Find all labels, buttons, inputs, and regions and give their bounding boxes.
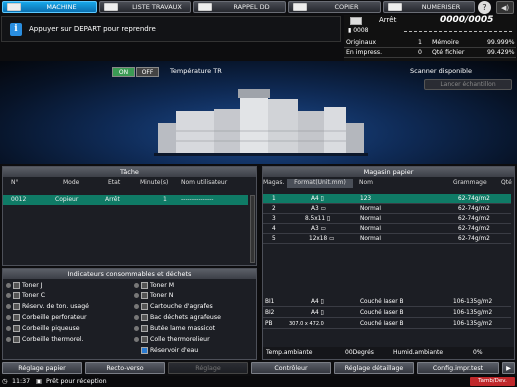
tray-row-bi1[interactable]: BI1 A4 ▯ Couché laser B 106-135g/m2 [263, 297, 511, 307]
status-message: Appuyer sur DEPART pour reprendre [29, 25, 156, 33]
col-minutes: Minute(s) [140, 179, 169, 186]
status-indicator: Tamb/Dev. [470, 377, 515, 386]
col-tray: Magas. [263, 179, 285, 186]
tab-hdd-recall[interactable]: RAPPEL DD [193, 1, 286, 13]
printing-row: En impress. 0 Qté fichier 99.429% [344, 49, 516, 58]
toner-icon [141, 291, 148, 299]
counter-panel: Arrêt 0000/0005 ▮ 0008 Originaux 1 Mémoi… [344, 15, 516, 61]
consumable-staple-waste: Bac déchets agrafeuse [133, 313, 221, 323]
tray-row-1[interactable]: 1 A4 ▯ 123 62-74g/m2 [263, 194, 511, 204]
info-icon: i [10, 23, 22, 36]
consumable-toner-j: Toner J [5, 281, 43, 291]
col-state: Etat [108, 179, 121, 186]
consumables-title: Indicateurs consommables et déchets [3, 269, 256, 279]
status-time: 11:37 [12, 378, 31, 385]
tray-row-5[interactable]: 5 12x18 ▭ Normal 62-74g/m2 [263, 234, 511, 244]
tab-copy[interactable]: COPIER [288, 1, 381, 13]
toner-icon [141, 281, 148, 289]
job-number: ▮ 0008 [348, 27, 369, 34]
job-scrollbar[interactable] [250, 195, 255, 263]
scan-icon [388, 3, 402, 11]
waste-toner-icon [13, 302, 20, 310]
list-icon [104, 3, 118, 11]
col-number: N° [11, 179, 19, 186]
environment-bar: Temp.ambiante 00Degrés Humid.ambiante 0% [263, 347, 514, 359]
job-icon [350, 17, 362, 25]
tray-row-bi2[interactable]: BI2 A4 ▯ Couché laser B 106-135g/m2 [263, 308, 511, 318]
staple-icon [141, 302, 148, 310]
toner-icon [13, 291, 20, 299]
controller-button[interactable]: Contrôleur [251, 362, 331, 374]
speaker-icon[interactable]: ◀) [496, 1, 514, 14]
on-toggle[interactable]: ON [112, 67, 135, 77]
trash-icon [13, 313, 20, 321]
detailed-settings-button[interactable]: Réglage détaillage [334, 362, 414, 374]
tab-scan[interactable]: NUMERISER [383, 1, 475, 13]
consumable-water-tank: Réservoir d'eau [133, 346, 198, 356]
glue-icon [141, 335, 148, 343]
originals-row: Originaux 1 Mémoire 99.999% [344, 39, 516, 48]
consumables-panel: Indicateurs consommables et déchets Tone… [2, 268, 257, 360]
status-printer-icon: ▣ [36, 378, 42, 385]
tab-machine[interactable]: MACHINE [2, 1, 97, 13]
consumable-toner-c: Toner C [5, 291, 45, 301]
tray-panel-title: Magasin papier [263, 167, 514, 177]
job-panel: Tâche N° Mode Etat Minute(s) Nom utilisa… [2, 166, 257, 266]
copy-icon [293, 3, 307, 11]
trash-icon [13, 324, 20, 332]
consumable-binder-bin: Corbeille thermorel. [5, 335, 84, 345]
paper-setting-button[interactable]: Réglage papier [2, 362, 82, 374]
adjustment-button[interactable]: Réglage [168, 362, 248, 374]
test-print-config-button[interactable]: Config.impr.test [417, 362, 499, 374]
status-text: Prêt pour réception [46, 378, 107, 385]
trimmer-icon [141, 324, 148, 332]
water-icon [141, 346, 148, 354]
consumable-trimmer-stop: Butée lame massicot [133, 324, 215, 334]
col-mode: Mode [63, 179, 80, 186]
consumable-waste-toner: Réserv. de ton. usagé [5, 302, 89, 312]
next-arrow-icon[interactable]: ▶ [502, 362, 515, 374]
machine-view: ON OFF Température TR Scanner disponible… [0, 61, 517, 164]
printer-illustration [154, 89, 368, 156]
tray-row-4[interactable]: 4 A3 ▭ Normal 62-74g/m2 [263, 224, 511, 234]
tab-job-list[interactable]: LISTE TRAVAUX [99, 1, 191, 13]
consumable-staple-bin: Corbeille piqueuse [5, 324, 80, 334]
tray-row-3[interactable]: 3 8.5x11 ▯ Normal 62-74g/m2 [263, 214, 511, 224]
tray-row-2[interactable]: 2 A3 ▭ Normal 62-74g/m2 [263, 204, 511, 214]
divider [404, 31, 512, 32]
trash-icon [13, 335, 20, 343]
status-bar: ◷ 11:37 ▣ Prêt pour réception Tamb/Dev. [0, 376, 517, 387]
staple-icon [141, 313, 148, 321]
consumable-toner-m: Toner M [133, 281, 174, 291]
machine-icon [7, 3, 21, 11]
counter-status: Arrêt [379, 16, 397, 24]
job-panel-title: Tâche [3, 167, 256, 177]
duplex-button[interactable]: Recto-verso [85, 362, 165, 374]
toner-icon [13, 281, 20, 289]
col-name: Nom [359, 179, 374, 186]
col-user: Nom utilisateur [181, 179, 228, 186]
tray-row-pb[interactable]: PB 307.0 x 472.0 Couché laser B 106-135g… [263, 319, 511, 329]
consumable-punch-bin: Corbeille perforateur [5, 313, 87, 323]
consumable-staple-cartridge: Cartouche d'agrafes [133, 302, 213, 312]
job-row[interactable]: 0012 Copieur Arrêt 1 --------------- [3, 195, 248, 205]
humidity-value: 0% [473, 349, 483, 356]
sample-button[interactable]: Lancer échantillon [424, 79, 512, 90]
scanner-status: Scanner disponible [410, 67, 472, 75]
copy-count: 0000/0005 [440, 15, 494, 25]
paper-tray-panel: Magasin papier Magas. Format(Unit.mm) No… [262, 166, 515, 360]
col-quantity: Qté [501, 179, 512, 186]
consumable-binder-glue: Colle thermorelieur [133, 335, 210, 345]
hdd-icon [198, 3, 212, 11]
message-bar: i Appuyer sur DEPART pour reprendre [1, 16, 341, 42]
consumable-toner-n: Toner N [133, 291, 173, 301]
col-format: Format(Unit.mm) [287, 179, 353, 188]
temp-value: 00Degrés [345, 349, 374, 356]
humidity-label: Humid.ambiante [393, 349, 444, 356]
clock-icon: ◷ [2, 378, 8, 385]
help-icon[interactable]: ? [478, 1, 491, 14]
col-weight: Grammage [453, 179, 487, 186]
temp-label: Temp.ambiante [266, 349, 313, 356]
